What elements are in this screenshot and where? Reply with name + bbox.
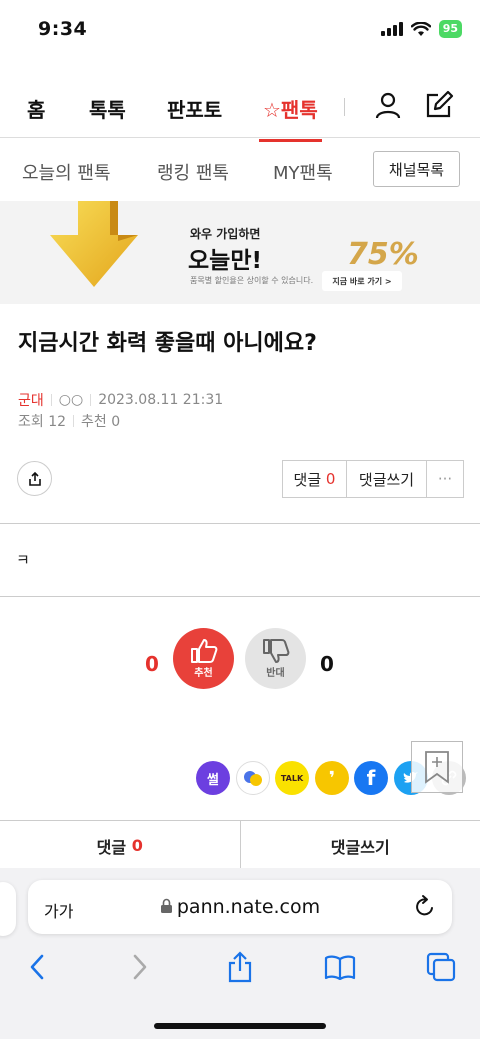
signal-icon <box>380 22 403 36</box>
banner-percent: 75% <box>347 237 419 272</box>
nav-home[interactable]: 홈 <box>27 94 45 123</box>
status-icons: 95 <box>380 20 462 38</box>
sub-nav: 오늘의 팬톡 랭킹 팬톡 MY팬톡 채널목록 <box>0 139 480 201</box>
thumbs-up-icon <box>190 639 217 663</box>
upvote-button[interactable]: 추천 <box>173 628 234 689</box>
browser-toolbar: 가가 pann.nate.com <box>0 868 480 1039</box>
divider <box>0 523 480 524</box>
reload-icon[interactable] <box>414 894 436 918</box>
tabs-icon[interactable] <box>424 950 458 984</box>
divider <box>0 596 480 597</box>
banner-line1: 와우 가입하면 <box>190 227 261 241</box>
post-datetime: 2023.08.11 21:31 <box>98 392 224 408</box>
sub-nav-today[interactable]: 오늘의 팬톡 <box>22 159 111 185</box>
facebook-share-icon[interactable]: f <box>354 761 388 795</box>
sub-nav-my[interactable]: MY팬톡 <box>273 159 333 185</box>
post-meta-line2: 조회 12 추천 0 <box>18 411 120 431</box>
kakaotalk-share-icon[interactable]: TALK <box>275 761 309 795</box>
downvote-count: 0 <box>320 652 334 676</box>
status-time: 9:34 <box>38 18 88 40</box>
post-action-group: 댓글 0 댓글쓰기 ··· <box>282 460 464 498</box>
bookmarks-icon[interactable] <box>323 950 357 984</box>
ssul-share-icon[interactable]: 썰 <box>196 761 230 795</box>
post-author: ○○ <box>58 392 84 408</box>
channel-list-button[interactable]: 채널목록 <box>373 151 460 187</box>
write-icon[interactable] <box>424 90 454 120</box>
arrow-down-graphic <box>50 201 138 287</box>
bookmark-button[interactable] <box>411 741 463 793</box>
forward-icon[interactable] <box>123 950 157 984</box>
user-icon[interactable] <box>373 90 403 120</box>
nav-separator <box>344 98 345 116</box>
downvote-button[interactable]: 반대 <box>245 628 306 689</box>
lock-icon <box>160 898 172 913</box>
nav-fantok[interactable]: ☆팬톡 <box>259 94 322 142</box>
previous-tab-preview[interactable] <box>0 882 16 936</box>
bottom-write-comment-button[interactable]: 댓글쓰기 <box>241 821 480 870</box>
share-icon <box>28 471 41 486</box>
banner-go-button[interactable]: 지금 바로 가기 > <box>322 271 402 291</box>
kakaostory-share-icon[interactable]: ❜ <box>315 761 349 795</box>
bottom-comment-bar: 댓글 0 댓글쓰기 <box>0 820 480 870</box>
url-text: pann.nate.com <box>28 896 452 918</box>
banner-line3: 품목별 할인율은 상이할 수 있습니다. <box>190 276 314 285</box>
post-body: ㅋ <box>16 551 30 569</box>
more-button[interactable]: ··· <box>427 461 463 497</box>
status-bar: 9:34 95 <box>0 0 480 60</box>
post-category[interactable]: 군대 <box>18 390 44 410</box>
share-sheet-icon[interactable] <box>223 950 257 984</box>
address-bar[interactable]: 가가 pann.nate.com <box>28 880 452 934</box>
nav-panphoto[interactable]: 판포토 <box>167 94 222 123</box>
share-button[interactable] <box>17 461 52 496</box>
band-share-icon[interactable] <box>236 761 270 795</box>
ad-banner[interactable]: 와우 가입하면 오늘만! 품목별 할인율은 상이할 수 있습니다. 75% 지금… <box>0 201 480 304</box>
post-recommends: 추천 0 <box>81 414 121 430</box>
nav-toktok[interactable]: 톡톡 <box>89 94 126 123</box>
bottom-comment-button[interactable]: 댓글 0 <box>0 821 241 870</box>
top-nav: 홈 톡톡 판포토 ☆팬톡 <box>0 76 480 142</box>
sub-nav-ranking[interactable]: 랭킹 팬톡 <box>157 159 229 185</box>
post-views: 조회 12 <box>18 414 67 430</box>
back-icon[interactable] <box>20 950 54 984</box>
thumbs-down-icon <box>262 639 289 663</box>
banner-line2: 오늘만! <box>188 248 262 274</box>
wifi-icon <box>410 21 431 36</box>
post-meta-line1: 군대 ○○ 2023.08.11 21:31 <box>18 390 223 410</box>
battery-indicator: 95 <box>438 20 462 38</box>
upvote-count: 0 <box>145 652 159 676</box>
write-comment-button[interactable]: 댓글쓰기 <box>347 461 427 497</box>
home-indicator <box>154 1023 326 1029</box>
post-title: 지금시간 화력 좋을때 아니에요? <box>18 331 317 356</box>
comment-count-button[interactable]: 댓글 0 <box>283 461 347 497</box>
bookmark-add-icon <box>425 751 449 784</box>
